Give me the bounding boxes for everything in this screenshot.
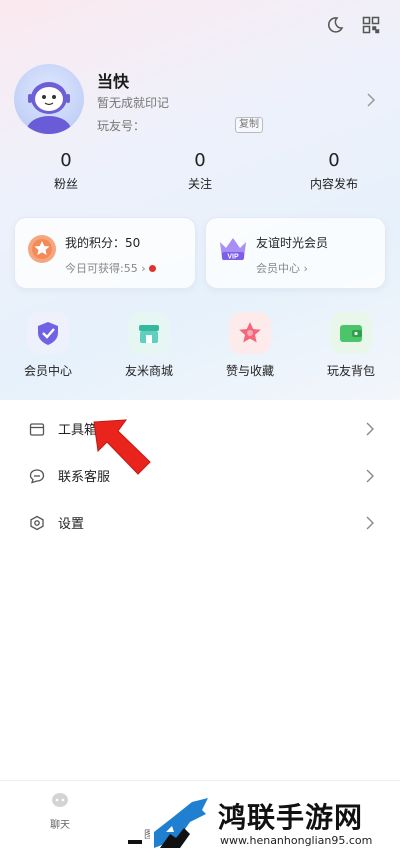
points-star-icon — [25, 232, 59, 266]
stat-posts[interactable]: 0 内容发布 — [298, 150, 370, 192]
chevron-right-icon — [366, 92, 376, 112]
toolbox-icon — [28, 420, 46, 438]
notification-dot — [148, 265, 156, 272]
store-icon — [128, 312, 170, 354]
watermark-title: 鸿联手游网 — [218, 801, 364, 834]
points-subtitle: 今日可获得:55 › — [65, 260, 156, 276]
member-subtitle: 会员中心 › — [256, 262, 308, 275]
shortcut-label: 友米商城 — [124, 364, 173, 378]
menu-item-toolbox[interactable]: 工具箱 — [0, 405, 400, 452]
vip-crown-icon: VIP — [216, 232, 250, 266]
shortcut-member-center[interactable]: 会员中心 — [13, 312, 83, 379]
hexagon-settings-icon — [28, 514, 46, 532]
wallet-icon — [330, 312, 372, 354]
member-card[interactable]: VIP 友谊时光会员 会员中心 › — [205, 217, 386, 289]
points-card[interactable]: 我的积分：50 今日可获得:55 › — [14, 217, 196, 289]
menu-item-customer-service[interactable]: 联系客服 — [0, 452, 400, 499]
tab-chat[interactable]: 聊天 — [40, 791, 80, 831]
chevron-right-icon — [366, 515, 374, 534]
profile-uid-label: 玩友号： — [97, 119, 146, 133]
shortcut-backpack[interactable]: 玩友背包 — [316, 312, 386, 379]
star-icon — [229, 312, 271, 354]
shortcut-store[interactable]: 友米商城 — [114, 312, 184, 379]
watermark-bar — [128, 840, 142, 844]
tab-label: 聊天 — [50, 820, 70, 831]
stat-value: 0 — [60, 150, 72, 171]
stat-label: 内容发布 — [309, 177, 358, 191]
stat-label: 关注 — [187, 177, 212, 191]
chat-bubble-icon — [28, 467, 46, 485]
chat-robot-icon — [52, 793, 68, 807]
moon-icon[interactable] — [324, 14, 346, 36]
watermark-url: www.henanhonglian95.com — [220, 834, 373, 847]
shield-check-icon — [27, 312, 69, 354]
qr-code-icon[interactable] — [360, 14, 382, 36]
copy-uid-button[interactable]: 复制 — [235, 117, 263, 133]
stat-following[interactable]: 0 关注 — [170, 150, 230, 192]
vip-badge-text: VIP — [227, 254, 239, 261]
shortcut-label: 会员中心 — [23, 364, 72, 378]
profile-motto: 暂无成就印记 — [97, 96, 170, 110]
profile-section[interactable]: 当快 暂无成就印记 玩友号： 复制 — [14, 64, 386, 138]
points-subtitle-text: 今日可获得:55 › — [65, 262, 146, 275]
chevron-right-icon — [366, 468, 374, 487]
settings-menu: 工具箱 联系客服 设置 — [0, 405, 400, 546]
avatar[interactable] — [14, 64, 84, 134]
shortcut-label: 赞与收藏 — [225, 364, 274, 378]
stat-value: 0 — [194, 150, 206, 171]
chevron-right-icon — [366, 421, 374, 440]
member-title: 友谊时光会员 — [256, 236, 329, 250]
menu-item-settings[interactable]: 设置 — [0, 499, 400, 546]
shortcut-label: 玩友背包 — [326, 364, 375, 378]
watermark: 图 鸿联手游网 www.henanhonglian95.com — [128, 792, 400, 852]
stat-label: 粉丝 — [53, 177, 78, 191]
top-actions — [324, 14, 382, 36]
shortcut-likes-favorites[interactable]: 赞与收藏 — [215, 312, 285, 379]
stat-fans[interactable]: 0 粉丝 — [36, 150, 96, 192]
menu-item-label: 设置 — [58, 517, 85, 532]
red-pointer-arrow-icon — [92, 418, 154, 480]
stat-value: 0 — [328, 150, 340, 171]
points-title: 我的积分：50 — [65, 236, 141, 250]
profile-name: 当快 — [97, 72, 130, 91]
watermark-logo-icon — [150, 792, 210, 850]
